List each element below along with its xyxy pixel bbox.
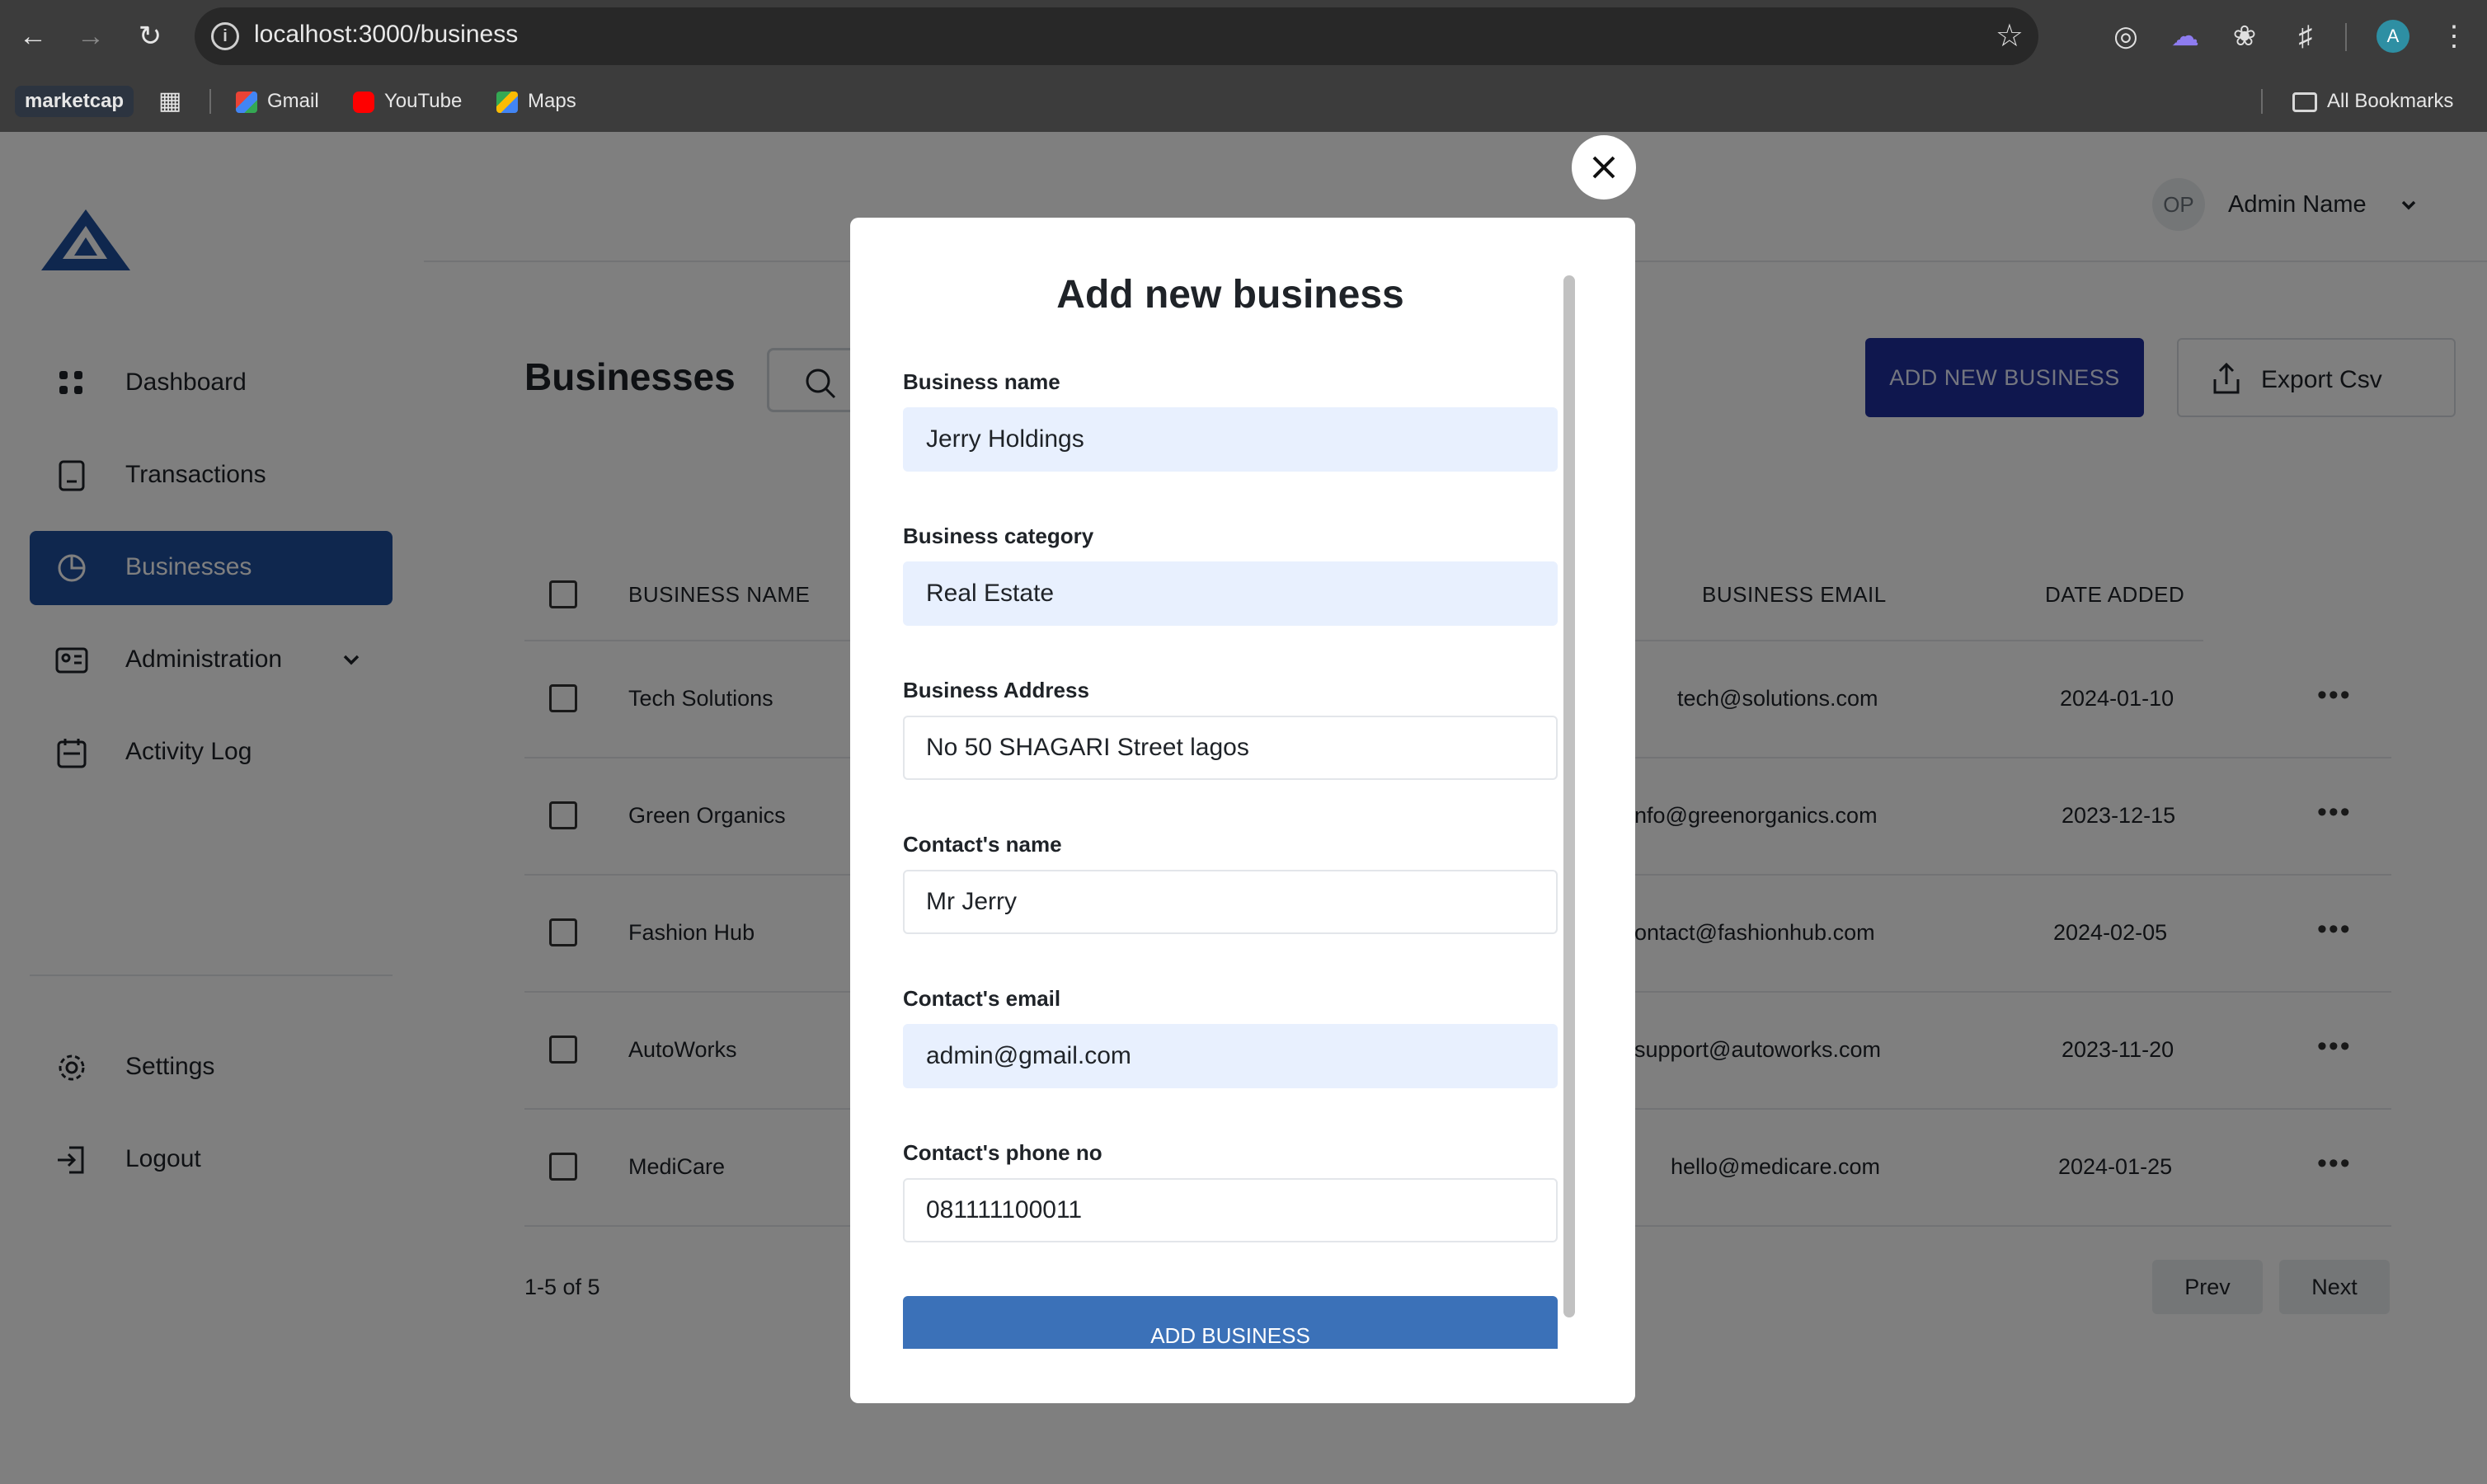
field-label: Contact's email bbox=[903, 986, 1061, 1011]
add-business-modal: Add new business Business name Business … bbox=[850, 218, 1635, 1403]
bookmark-star-icon[interactable]: ☆ bbox=[1996, 17, 2024, 54]
browser-chrome: ← → ↻ i localhost:3000/business ☆ ◎ ☁ ❀ … bbox=[0, 0, 2487, 132]
field-label: Business name bbox=[903, 369, 1060, 394]
extension-leaf-icon[interactable]: ❀ bbox=[2226, 18, 2263, 54]
back-icon[interactable]: ← bbox=[15, 18, 51, 54]
bookmark-maps[interactable]: Maps bbox=[496, 87, 576, 115]
apps-grid-icon[interactable]: ▦ bbox=[158, 87, 181, 115]
reload-icon[interactable]: ↻ bbox=[132, 18, 168, 54]
business-address-field[interactable] bbox=[903, 716, 1558, 780]
folder-icon bbox=[2292, 92, 2317, 112]
browser-toolbar: ← → ↻ i localhost:3000/business ☆ ◎ ☁ ❀ … bbox=[0, 0, 2487, 73]
maps-icon bbox=[496, 91, 518, 113]
bookmark-gmail[interactable]: Gmail bbox=[236, 87, 319, 115]
modal-scrollbar[interactable] bbox=[1563, 275, 1575, 1317]
field-label: Business category bbox=[903, 524, 1094, 548]
toolbar-divider bbox=[2345, 23, 2347, 51]
browser-menu-icon[interactable]: ⋮ bbox=[2436, 18, 2472, 54]
add-business-button[interactable]: ADD BUSINESS bbox=[903, 1296, 1558, 1349]
bookmark-divider-right bbox=[2261, 89, 2263, 114]
youtube-icon bbox=[353, 91, 374, 113]
bookmark-youtube[interactable]: YouTube bbox=[353, 87, 462, 115]
modal-title: Add new business bbox=[1056, 273, 1404, 317]
site-info-icon[interactable]: i bbox=[211, 22, 239, 50]
bookmarks-bar: marketcap ▦ Gmail YouTube Maps All Bookm… bbox=[0, 82, 2487, 120]
close-modal-button[interactable] bbox=[1572, 135, 1636, 200]
extension-ghost-icon[interactable]: ☁ bbox=[2167, 18, 2203, 54]
contact-phone-field[interactable] bbox=[903, 1178, 1558, 1242]
field-label: Contact's name bbox=[903, 832, 1062, 857]
gmail-icon bbox=[236, 91, 257, 113]
all-bookmarks[interactable]: All Bookmarks bbox=[2292, 87, 2453, 115]
field-label: Business Address bbox=[903, 678, 1089, 702]
profile-avatar[interactable]: A bbox=[2377, 20, 2409, 53]
bookmark-youtube-label: YouTube bbox=[384, 90, 463, 112]
modal-body: Add new business Business name Business … bbox=[903, 272, 1609, 1349]
close-icon bbox=[1592, 156, 1615, 179]
extensions-puzzle-icon[interactable]: ♯ bbox=[2287, 18, 2324, 54]
bookmark-divider bbox=[209, 89, 211, 114]
business-name-field[interactable] bbox=[903, 407, 1558, 472]
contact-name-field[interactable] bbox=[903, 870, 1558, 934]
business-category-field[interactable] bbox=[903, 561, 1558, 626]
all-bookmarks-label: All Bookmarks bbox=[2327, 90, 2454, 112]
extension-target-icon[interactable]: ◎ bbox=[2108, 18, 2144, 54]
bookmark-marketcap[interactable]: marketcap bbox=[15, 86, 134, 117]
bookmark-maps-label: Maps bbox=[528, 90, 576, 112]
field-label: Contact's phone no bbox=[903, 1140, 1102, 1165]
forward-icon[interactable]: → bbox=[73, 18, 109, 54]
bookmark-gmail-label: Gmail bbox=[267, 90, 319, 112]
address-bar[interactable]: i localhost:3000/business ☆ bbox=[195, 7, 2038, 65]
contact-email-field[interactable] bbox=[903, 1024, 1558, 1088]
url-text[interactable]: localhost:3000/business bbox=[254, 21, 518, 49]
